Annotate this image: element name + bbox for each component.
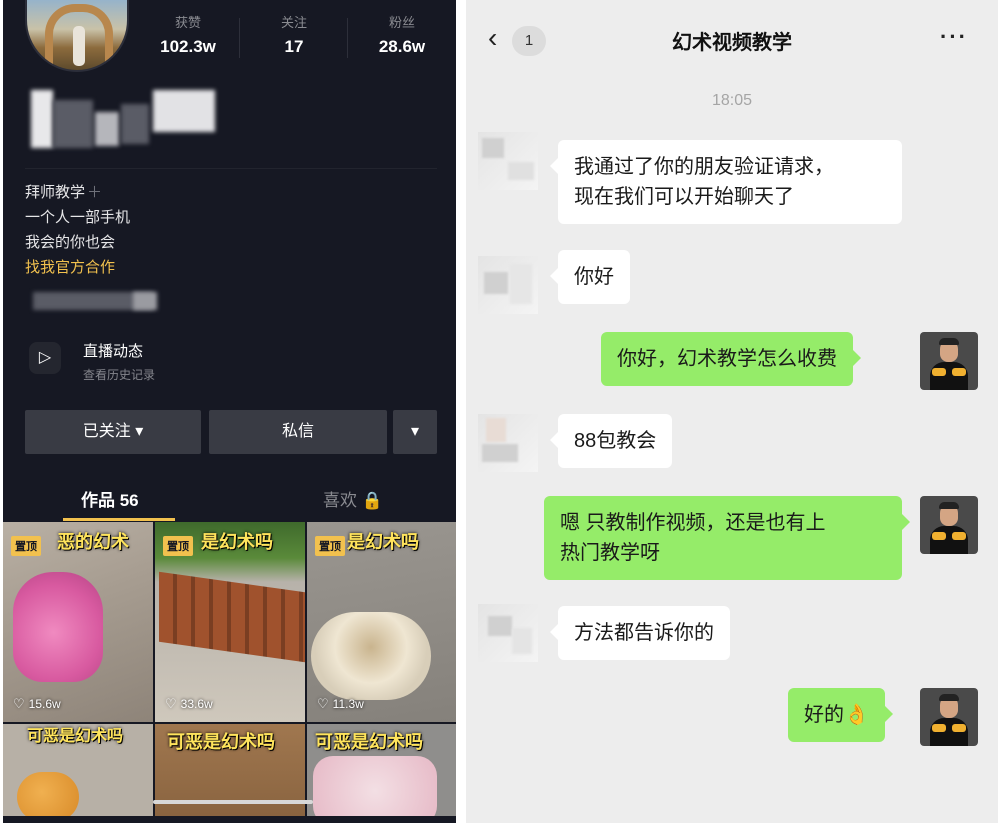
live-replay-icon: ▷ — [29, 342, 61, 374]
stat-following-value: 17 — [284, 37, 304, 56]
live-title: 直播动态 — [83, 343, 144, 360]
video-caption: 可恶是幻术吗 — [167, 732, 275, 752]
contact-avatar-blurred[interactable] — [478, 256, 538, 314]
stat-followers-value: 28.6w — [378, 37, 426, 56]
contact-avatar-blurred[interactable] — [478, 414, 538, 472]
video-caption: 是幻术吗 — [347, 532, 419, 552]
my-avatar[interactable] — [920, 332, 978, 390]
stat-likes-value: 102.3w — [160, 37, 216, 56]
message-bubble-out[interactable]: 好的👌 — [788, 688, 893, 742]
bio-link[interactable]: 找我官方合作 — [25, 255, 130, 280]
plus-icon: ＋ — [87, 184, 103, 201]
stat-following[interactable]: 关注 17 — [239, 12, 349, 57]
message-text: 方法都告诉你的 — [574, 622, 714, 644]
message-bubble-in[interactable]: 你好 — [550, 250, 630, 304]
bio-line: 拜师教学 — [25, 184, 86, 201]
message-text: 88包教会 — [574, 430, 657, 452]
bio-line: 一个人一部手机 — [25, 209, 131, 226]
tab-underline — [63, 518, 175, 521]
tab-likes[interactable]: 喜欢 🔒 — [323, 486, 383, 511]
more-icon[interactable]: ··· — [940, 24, 968, 50]
contact-avatar-blurred[interactable] — [478, 132, 538, 190]
divider — [25, 168, 437, 169]
video-thumbnail[interactable]: 可恶是幻术吗 — [307, 724, 456, 816]
profile-bio: 拜师教学＋ 一个人一部手机 我会的你也会 找我官方合作 — [25, 180, 130, 280]
message-text: 我通过了你的朋友验证请求， — [574, 156, 834, 178]
profile-tabs: 作品 56 喜欢 🔒 — [3, 470, 456, 522]
message-text: 热门教学呀 — [560, 542, 660, 564]
message-bubble-out[interactable]: 嗯 只教制作视频，还是也有上 热门教学呀 — [544, 496, 910, 580]
heart-icon: ♡ — [317, 696, 329, 711]
message-timestamp: 18:05 — [711, 92, 753, 109]
profile-avatar[interactable] — [25, 0, 129, 72]
stat-following-label: 关注 — [280, 15, 307, 30]
live-subtitle: 查看历史记录 — [83, 368, 156, 382]
stat-likes[interactable]: 获赞 102.3w — [133, 12, 243, 57]
message-bubble-in[interactable]: 方法都告诉你的 — [550, 606, 730, 660]
live-history-card[interactable]: ▷ 直播动态 查看历史记录 — [25, 332, 325, 388]
video-caption: 恶的幻术 — [57, 532, 129, 552]
message-text: 你好，幻术教学怎么收费 — [617, 348, 837, 370]
video-thumbnail[interactable]: 是幻术吗 置顶 ♡ 33.6w — [155, 522, 305, 722]
stat-followers[interactable]: 粉丝 28.6w — [347, 12, 456, 57]
video-thumbnail[interactable]: 可恶是幻术吗 — [3, 724, 153, 816]
video-likes: ♡ 15.6w — [13, 696, 61, 711]
stat-likes-label: 获赞 — [174, 15, 201, 30]
home-indicator — [153, 800, 313, 804]
followed-button[interactable]: 已关注 ▾ — [25, 410, 201, 454]
profile-panel: 获赞 102.3w 关注 17 粉丝 28.6w 拜师教学＋ 一个人一部手机 我… — [3, 0, 456, 823]
message-bubble-in[interactable]: 我通过了你的朋友验证请求， 现在我们可以开始聊天了 — [550, 140, 902, 224]
message-text: 嗯 只教制作视频，还是也有上 — [560, 512, 826, 534]
message-bubble-out[interactable]: 你好，幻术教学怎么收费 — [601, 332, 861, 386]
pinned-badge: 置顶 — [163, 536, 193, 556]
bio-line: 我会的你也会 — [25, 234, 116, 251]
video-likes: ♡ 33.6w — [165, 696, 213, 711]
message-text: 现在我们可以开始聊天了 — [574, 186, 794, 208]
video-thumbnail[interactable]: 是幻术吗 置顶 ♡ 11.3w — [307, 522, 456, 722]
message-text: 好的👌 — [804, 704, 869, 726]
back-arrow-icon[interactable]: ‹ — [488, 22, 497, 54]
stat-followers-label: 粉丝 — [388, 15, 415, 30]
message-bubble-in[interactable]: 88包教会 — [549, 414, 673, 468]
video-likes: ♡ 11.3w — [317, 696, 364, 711]
unread-badge[interactable]: 1 — [512, 26, 546, 56]
chat-panel: 幻术视频教学 ‹ 1 ··· 18:05 我通过了你的朋友验证请求， 现在我们可… — [466, 0, 998, 823]
my-avatar[interactable] — [920, 496, 978, 554]
dropdown-icon[interactable]: ▾ — [393, 410, 437, 454]
video-thumbnail[interactable]: 恶的幻术 置顶 ♡ 15.6w — [3, 522, 153, 722]
heart-icon: ♡ — [165, 696, 177, 711]
tab-works[interactable]: 作品 56 — [81, 486, 139, 511]
message-button[interactable]: 私信 — [209, 410, 387, 454]
video-caption: 可恶是幻术吗 — [27, 728, 124, 745]
pinned-badge: 置顶 — [11, 536, 41, 556]
video-caption: 是幻术吗 — [201, 532, 273, 552]
video-caption: 可恶是幻术吗 — [315, 732, 423, 752]
message-text: 你好 — [574, 266, 614, 288]
contact-avatar-blurred[interactable] — [478, 604, 538, 662]
my-avatar[interactable] — [920, 688, 978, 746]
heart-icon: ♡ — [13, 696, 25, 711]
pinned-badge: 置顶 — [315, 536, 345, 556]
